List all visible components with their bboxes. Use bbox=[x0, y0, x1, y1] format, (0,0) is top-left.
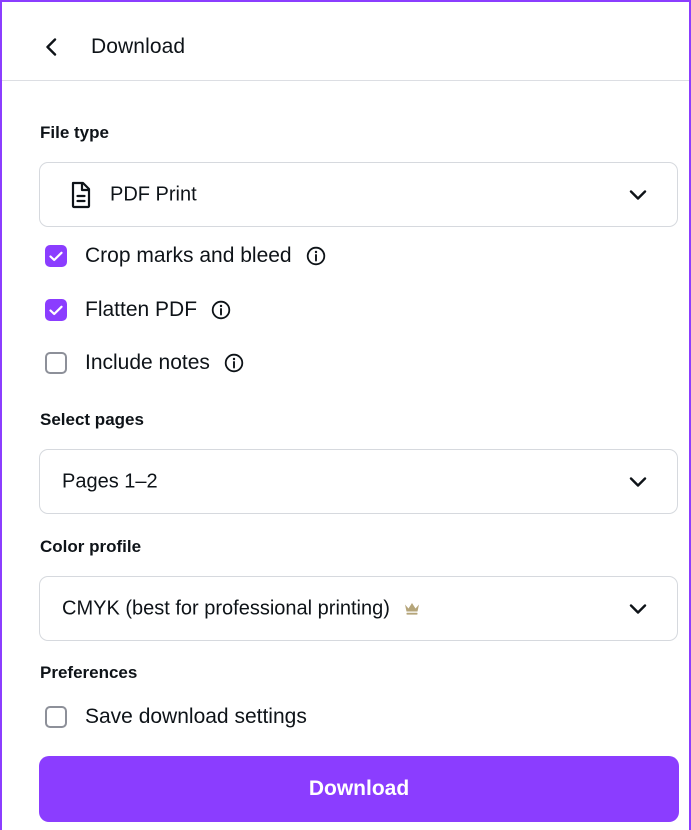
file-document-icon bbox=[71, 181, 91, 208]
select-pages-label: Select pages bbox=[40, 410, 144, 429]
save-settings-label: Save download settings bbox=[85, 705, 307, 728]
file-type-value: PDF Print bbox=[110, 183, 197, 205]
crop-marks-checkbox[interactable] bbox=[45, 245, 67, 267]
chevron-left-icon bbox=[46, 38, 57, 56]
crown-icon bbox=[404, 603, 419, 615]
save-settings-checkbox[interactable] bbox=[45, 706, 67, 728]
color-profile-value-wrap: CMYK (best for professional printing) bbox=[62, 597, 420, 620]
back-button[interactable] bbox=[36, 30, 66, 64]
crop-marks-checkbox-row[interactable]: Crop marks and bleed bbox=[45, 244, 326, 268]
chevron-down-icon bbox=[629, 603, 647, 614]
file-type-label: File type bbox=[40, 123, 109, 142]
file-type-select[interactable]: PDF Print bbox=[39, 162, 678, 227]
flatten-pdf-label: Flatten PDF bbox=[85, 298, 198, 321]
include-notes-checkbox-row[interactable]: Include notes bbox=[45, 351, 244, 375]
chevron-down-icon bbox=[629, 476, 647, 487]
select-pages-select[interactable]: Pages 1–2 bbox=[39, 449, 678, 514]
color-profile-value: CMYK (best for professional printing) bbox=[62, 597, 390, 619]
crop-marks-label: Crop marks and bleed bbox=[85, 244, 292, 267]
info-icon[interactable] bbox=[306, 246, 326, 266]
include-notes-label: Include notes bbox=[85, 351, 210, 374]
preferences-label: Preferences bbox=[40, 663, 138, 682]
include-notes-checkbox[interactable] bbox=[45, 352, 67, 374]
flatten-pdf-checkbox[interactable] bbox=[45, 299, 67, 321]
info-icon[interactable] bbox=[211, 300, 231, 320]
color-profile-label: Color profile bbox=[40, 537, 142, 556]
panel-header: Download bbox=[2, 2, 689, 81]
download-button[interactable]: Download bbox=[39, 756, 679, 822]
checkmark-icon bbox=[49, 251, 63, 261]
chevron-down-icon bbox=[629, 189, 647, 200]
color-profile-select[interactable]: CMYK (best for professional printing) bbox=[39, 576, 678, 641]
panel-title: Download bbox=[91, 35, 186, 58]
select-pages-value: Pages 1–2 bbox=[62, 470, 158, 492]
info-icon[interactable] bbox=[224, 353, 244, 373]
download-panel: Download File type PDF Print Crop marks … bbox=[0, 0, 691, 830]
checkmark-icon bbox=[49, 305, 63, 315]
save-settings-checkbox-row[interactable]: Save download settings bbox=[45, 705, 307, 729]
flatten-pdf-checkbox-row[interactable]: Flatten PDF bbox=[45, 298, 231, 322]
